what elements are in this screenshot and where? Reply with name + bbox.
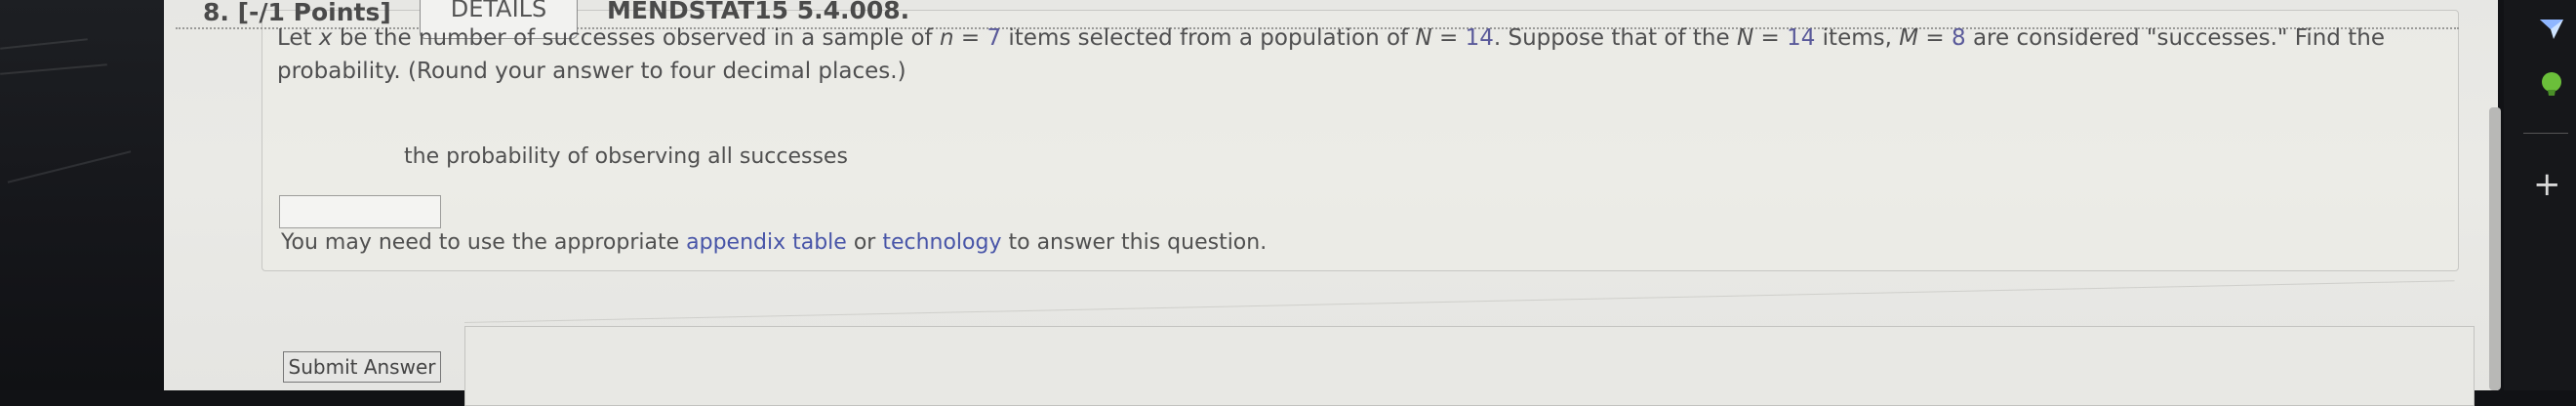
bezel-streak xyxy=(0,38,88,50)
variable-x: x xyxy=(318,25,333,51)
prompt-text: be the number of successes observed in a… xyxy=(332,25,940,51)
add-icon[interactable]: + xyxy=(2533,168,2561,201)
equals-sign: = xyxy=(953,25,987,51)
left-bezel xyxy=(0,0,164,390)
value-n: 7 xyxy=(986,25,1002,51)
question-prompt: Let x be the number of successes observe… xyxy=(277,21,2443,88)
help-text-suffix: to answer this question. xyxy=(1001,230,1268,255)
submit-answer-button[interactable]: Submit Answer xyxy=(283,351,441,383)
appendix-table-link[interactable]: appendix table xyxy=(686,230,847,255)
equals-sign: = xyxy=(1431,25,1466,51)
bezel-streak xyxy=(7,150,132,183)
prompt-text: items, xyxy=(1815,25,1900,51)
value-N: 14 xyxy=(1465,25,1494,51)
sub-question-label: the probability of observing all success… xyxy=(404,144,848,169)
help-text: You may need to use the appropriate appe… xyxy=(281,230,1267,255)
help-text-mid: or xyxy=(846,230,883,255)
value-N: 14 xyxy=(1787,25,1816,51)
prompt-text: Let xyxy=(277,25,319,51)
variable-N: N xyxy=(1736,25,1754,51)
value-M: 8 xyxy=(1952,25,1966,51)
answer-input[interactable] xyxy=(279,195,441,228)
equals-sign: = xyxy=(1918,25,1952,51)
scrollbar[interactable] xyxy=(2489,107,2501,390)
next-question-panel xyxy=(464,326,2475,406)
variable-N: N xyxy=(1415,25,1432,51)
help-text-prefix: You may need to use the appropriate xyxy=(281,230,687,255)
prompt-text: items selected from a population of xyxy=(1001,25,1416,51)
technology-link[interactable]: technology xyxy=(882,230,1001,255)
bezel-streak xyxy=(0,63,107,75)
sidebar-divider xyxy=(2523,133,2568,134)
lightbulb-icon[interactable] xyxy=(2537,70,2566,100)
equals-sign: = xyxy=(1753,25,1788,51)
variable-n: n xyxy=(939,25,954,51)
send-icon[interactable] xyxy=(2537,14,2566,43)
variable-M: M xyxy=(1899,25,1919,51)
prompt-text: . Suppose that of the xyxy=(1493,25,1737,51)
